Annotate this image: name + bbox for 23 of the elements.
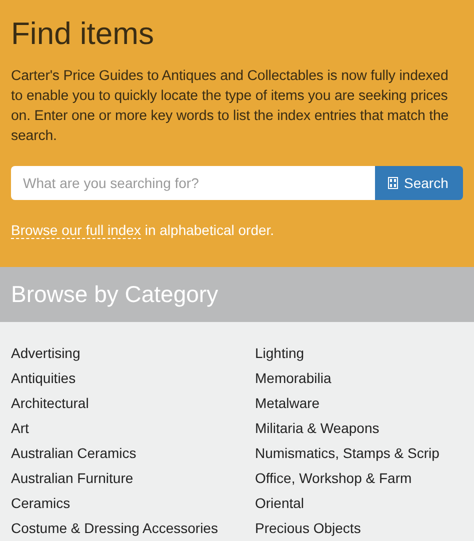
category-link[interactable]: Costume & Dressing Accessories xyxy=(11,516,218,541)
category-link[interactable]: Precious Objects xyxy=(255,516,361,541)
glyph-icon xyxy=(388,177,398,189)
category-heading: Browse by Category xyxy=(11,281,218,308)
category-link[interactable]: Oriental xyxy=(255,491,304,516)
browse-text: in alphabetical order. xyxy=(144,222,274,238)
search-field[interactable]: What are you searching for? xyxy=(11,166,375,200)
category-link[interactable]: Architectural xyxy=(11,391,89,416)
category-link[interactable]: Metalware xyxy=(255,391,320,416)
category-link[interactable]: Lighting xyxy=(255,341,304,366)
category-link[interactable]: Ceramics xyxy=(11,491,70,516)
category-link[interactable]: Numismatics, Stamps & Scrip xyxy=(255,441,440,466)
category-link[interactable]: Art xyxy=(11,416,29,441)
category-link[interactable]: Australian Ceramics xyxy=(11,441,136,466)
category-link[interactable]: Advertising xyxy=(11,341,80,366)
page-title: Find items xyxy=(11,15,155,53)
category-link[interactable]: Memorabilia xyxy=(255,366,332,391)
category-link[interactable]: Militaria & Weapons xyxy=(255,416,380,441)
category-link[interactable]: Office, Workshop & Farm xyxy=(255,466,412,491)
category-link[interactable]: Australian Furniture xyxy=(11,466,134,491)
intro-paragraph: Carter's Price Guides to Antiques and Collectables is now fully indexed to enable you to quickly locate the type of items you are seeking prices on. Enter one or more key words to list the index entries that match the search. xyxy=(11,67,450,146)
category-link[interactable]: Antiquities xyxy=(11,366,76,391)
search-button[interactable]: Search xyxy=(375,166,463,200)
